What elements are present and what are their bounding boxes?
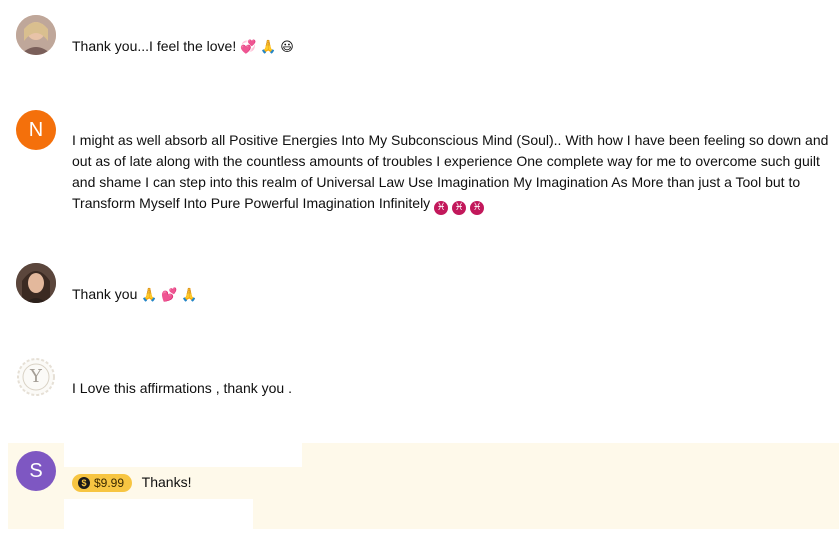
avatar-letter: N <box>28 118 44 141</box>
dollar-coin-icon: $ <box>78 477 90 489</box>
praying-hands-emoji-icon: 🙏 <box>181 288 198 303</box>
comment-text: $ $9.99 Thanks! <box>72 472 832 493</box>
comment-body: Thank you...I feel the love! <box>72 38 237 54</box>
praying-hands-emoji-icon: 🙏 <box>260 40 277 55</box>
comment-text: I might as well absorb all Positive Ener… <box>72 130 832 215</box>
two-hearts-emoji-icon: 💕 <box>161 288 178 303</box>
pisces-emoji-icon: ♓ <box>452 201 467 215</box>
highlight-gap <box>64 499 253 529</box>
comment-text: Thank you...I feel the love! 💞 🙏 😃 <box>72 36 832 58</box>
super-thanks-badge: $ $9.99 <box>72 474 133 492</box>
comment-body: I might as well absorb all Positive Ener… <box>72 132 829 211</box>
comment-body: Thank you <box>72 286 138 302</box>
pisces-emoji-icon: ♓ <box>470 201 485 215</box>
super-thanks-amount: $9.99 <box>94 476 125 490</box>
comment-text: Thank you 🙏 💕 🙏 <box>72 284 832 306</box>
user-avatar[interactable]: N <box>16 110 56 150</box>
user-photo-icon <box>16 15 56 55</box>
highlight-gap <box>64 443 302 467</box>
avatar-letter: Y <box>30 366 42 387</box>
user-avatar[interactable]: S <box>16 451 56 491</box>
praying-hands-emoji-icon: 🙏 <box>141 288 158 303</box>
avatar-letter: S <box>29 459 43 482</box>
smile-emoji-icon: 😃 <box>280 40 294 55</box>
comment-body: Thanks! <box>141 474 192 490</box>
heart-emoji-icon: 💞 <box>240 40 257 55</box>
comment-body: I Love this affirmations , thank you . <box>72 380 292 396</box>
comment-text: I Love this affirmations , thank you . <box>72 378 832 399</box>
user-avatar[interactable]: Y <box>16 357 56 397</box>
user-photo-icon <box>16 263 56 303</box>
user-avatar[interactable] <box>16 15 56 55</box>
user-avatar[interactable] <box>16 263 56 303</box>
pisces-emoji-icon: ♓ <box>434 201 449 215</box>
